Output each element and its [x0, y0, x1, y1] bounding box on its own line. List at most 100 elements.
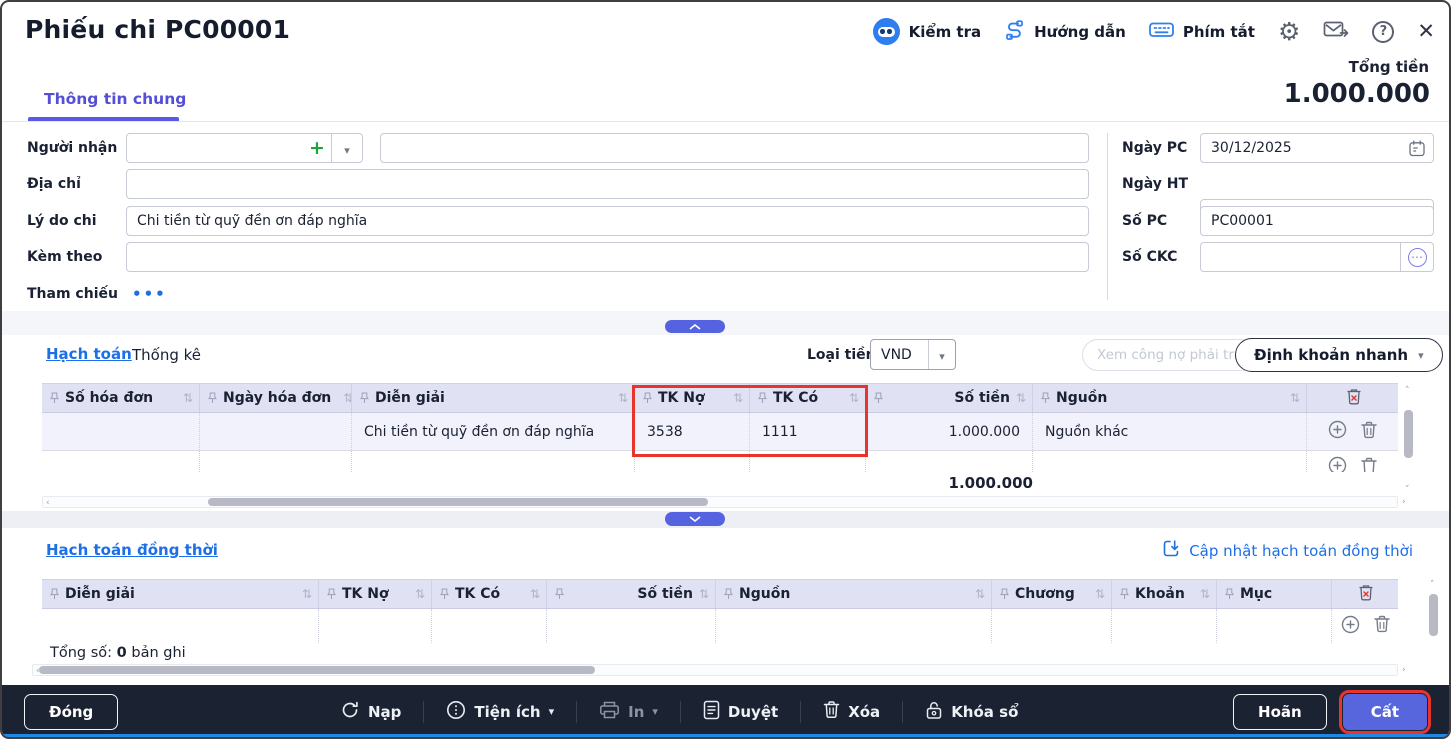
hscroll-right-arrow[interactable]: › — [1402, 666, 1406, 675]
cell-debit-account[interactable]: 3538 — [635, 413, 750, 450]
pin-icon[interactable] — [1120, 588, 1129, 600]
add-recipient-icon[interactable]: + — [303, 135, 331, 161]
collapse-down-button[interactable] — [665, 512, 725, 526]
print-button[interactable]: In ▾ — [599, 700, 658, 724]
pin-icon[interactable] — [327, 588, 336, 600]
cell-credit-account[interactable]: 1111 — [750, 413, 866, 450]
sort-icon[interactable]: ⇅ — [1016, 391, 1026, 405]
sort-icon[interactable]: ⇅ — [183, 391, 193, 405]
add-row-icon[interactable] — [1328, 456, 1347, 472]
number-ckc-field[interactable]: ⋯ — [1200, 242, 1434, 272]
col-header-actions[interactable] — [1332, 580, 1398, 608]
shortcut-button[interactable]: Phím tắt — [1149, 20, 1255, 43]
close-voucher-button[interactable]: Đóng — [24, 694, 118, 730]
pin-icon[interactable] — [208, 392, 217, 404]
col-header-debit-account[interactable]: TK Nợ⇅ — [635, 384, 750, 412]
col-header-actions[interactable] — [1307, 384, 1398, 412]
date-pc-field[interactable] — [1200, 133, 1434, 163]
reason-input[interactable] — [126, 206, 1089, 236]
col-header-chapter[interactable]: Chương⇅ — [992, 580, 1112, 608]
pin-icon[interactable] — [360, 392, 369, 404]
vscroll-up-arrow[interactable]: ˄ — [1430, 581, 1435, 590]
pin-icon[interactable] — [758, 392, 767, 404]
sort-icon[interactable]: ⇅ — [618, 391, 628, 405]
delete-button[interactable]: Xóa — [823, 700, 880, 723]
delete-all-rows-icon[interactable] — [1358, 584, 1374, 605]
pin-icon[interactable] — [874, 392, 883, 404]
simultaneous-title-link[interactable]: Hạch toán đồng thời — [46, 541, 218, 559]
hscrollbar-thumb[interactable] — [208, 498, 708, 506]
cell-source[interactable]: Nguồn khác — [1033, 413, 1307, 450]
vscroll-down-arrow[interactable]: ˅ — [1405, 486, 1410, 495]
delete-row-icon[interactable] — [1374, 615, 1390, 637]
update-simultaneous-link[interactable]: Cập nhật hạch toán đồng thời — [1162, 539, 1413, 562]
recipient-name-input[interactable] — [380, 133, 1089, 163]
currency-dropdown-button[interactable]: ▾ — [929, 345, 955, 364]
help-button[interactable]: ? — [1372, 21, 1394, 43]
vscrollbar-thumb[interactable] — [1404, 410, 1413, 458]
close-button[interactable]: ✕ — [1417, 21, 1435, 42]
sort-icon[interactable]: ⇅ — [1290, 391, 1300, 405]
recipient-combo[interactable]: + ▾ — [126, 133, 363, 163]
number-pc-input[interactable] — [1200, 206, 1434, 236]
cell-description[interactable]: Chi tiền từ quỹ đền ơn đáp nghĩa — [352, 413, 635, 450]
view-debt-button[interactable]: Xem công nợ phải trả — [1082, 339, 1257, 371]
sort-icon[interactable]: ⇅ — [733, 391, 743, 405]
pin-icon[interactable] — [1225, 588, 1234, 600]
col-header-invoice-no[interactable]: Số hóa đơn⇅ — [42, 384, 200, 412]
col-header-credit-account[interactable]: TK Có⇅ — [750, 384, 866, 412]
quick-entry-button[interactable]: Định khoản nhanh ▾ — [1235, 338, 1443, 372]
sort-icon[interactable]: ⇅ — [415, 587, 425, 601]
check-button[interactable]: Kiểm tra — [873, 18, 981, 45]
pin-icon[interactable] — [555, 588, 564, 600]
tab-general-info[interactable]: Thông tin chung — [44, 90, 186, 108]
calendar-icon[interactable] — [1409, 140, 1425, 157]
hscrollbar-thumb[interactable] — [39, 666, 595, 674]
guide-button[interactable]: Hướng dẫn — [1004, 19, 1126, 44]
settings-button[interactable]: ⚙ — [1278, 19, 1300, 44]
sort-icon[interactable]: ⇅ — [302, 587, 312, 601]
delete-row-icon[interactable] — [1361, 457, 1377, 473]
hscrollbar[interactable]: ‹ — [42, 496, 1398, 508]
date-pc-input[interactable] — [1200, 133, 1434, 163]
col-header-description[interactable]: Diễn giải⇅ — [42, 580, 319, 608]
reload-button[interactable]: Nạp — [340, 700, 401, 724]
hscrollbar[interactable]: ‹ — [32, 664, 1398, 676]
collapse-up-button[interactable] — [665, 320, 725, 333]
hscroll-right-arrow[interactable]: › — [1402, 498, 1406, 507]
number-ckc-input[interactable] — [1201, 244, 1400, 270]
cell-invoice-no[interactable] — [42, 413, 200, 450]
pin-icon[interactable] — [50, 588, 59, 600]
col-header-item[interactable]: Khoản⇅ — [1112, 580, 1217, 608]
utilities-button[interactable]: Tiện ích ▾ — [446, 700, 554, 724]
cell-amount[interactable]: 1.000.000 — [866, 413, 1033, 450]
sort-icon[interactable]: ⇅ — [699, 587, 709, 601]
sort-icon[interactable]: ⇅ — [975, 587, 985, 601]
col-header-source[interactable]: Nguồn⇅ — [1033, 384, 1307, 412]
table-row-empty[interactable] — [42, 451, 1398, 472]
address-input[interactable] — [126, 169, 1089, 199]
pin-icon[interactable] — [1041, 392, 1050, 404]
attachment-input[interactable] — [126, 242, 1089, 272]
col-header-source[interactable]: Nguồn⇅ — [716, 580, 992, 608]
sort-icon[interactable]: ⇅ — [1095, 587, 1105, 601]
approve-button[interactable]: Duyệt — [703, 700, 778, 724]
pin-icon[interactable] — [1000, 588, 1009, 600]
delete-row-icon[interactable] — [1361, 421, 1377, 443]
reference-more-button[interactable]: ••• — [132, 285, 167, 303]
vscrollbar-thumb[interactable] — [1429, 594, 1438, 636]
col-header-description[interactable]: Diễn giải⇅ — [352, 384, 635, 412]
sort-icon[interactable]: ⇅ — [1200, 587, 1210, 601]
sort-icon[interactable]: ⇅ — [343, 391, 352, 405]
table-row[interactable]: Chi tiền từ quỹ đền ơn đáp nghĩa 3538 11… — [42, 413, 1398, 451]
recipient-input[interactable] — [127, 135, 303, 161]
col-header-credit-account[interactable]: TK Có⇅ — [432, 580, 547, 608]
hscroll-left-arrow[interactable]: ‹ — [46, 499, 50, 508]
tab-statistics[interactable]: Thống kê — [132, 346, 201, 364]
save-button[interactable]: Cất — [1343, 694, 1427, 730]
postpone-button[interactable]: Hoãn — [1233, 694, 1327, 730]
table-row-empty[interactable] — [42, 609, 1398, 643]
currency-select[interactable]: VND ▾ — [870, 339, 956, 370]
col-header-invoice-date[interactable]: Ngày hóa đơn⇅ — [200, 384, 352, 412]
sort-icon[interactable]: ⇅ — [530, 587, 540, 601]
